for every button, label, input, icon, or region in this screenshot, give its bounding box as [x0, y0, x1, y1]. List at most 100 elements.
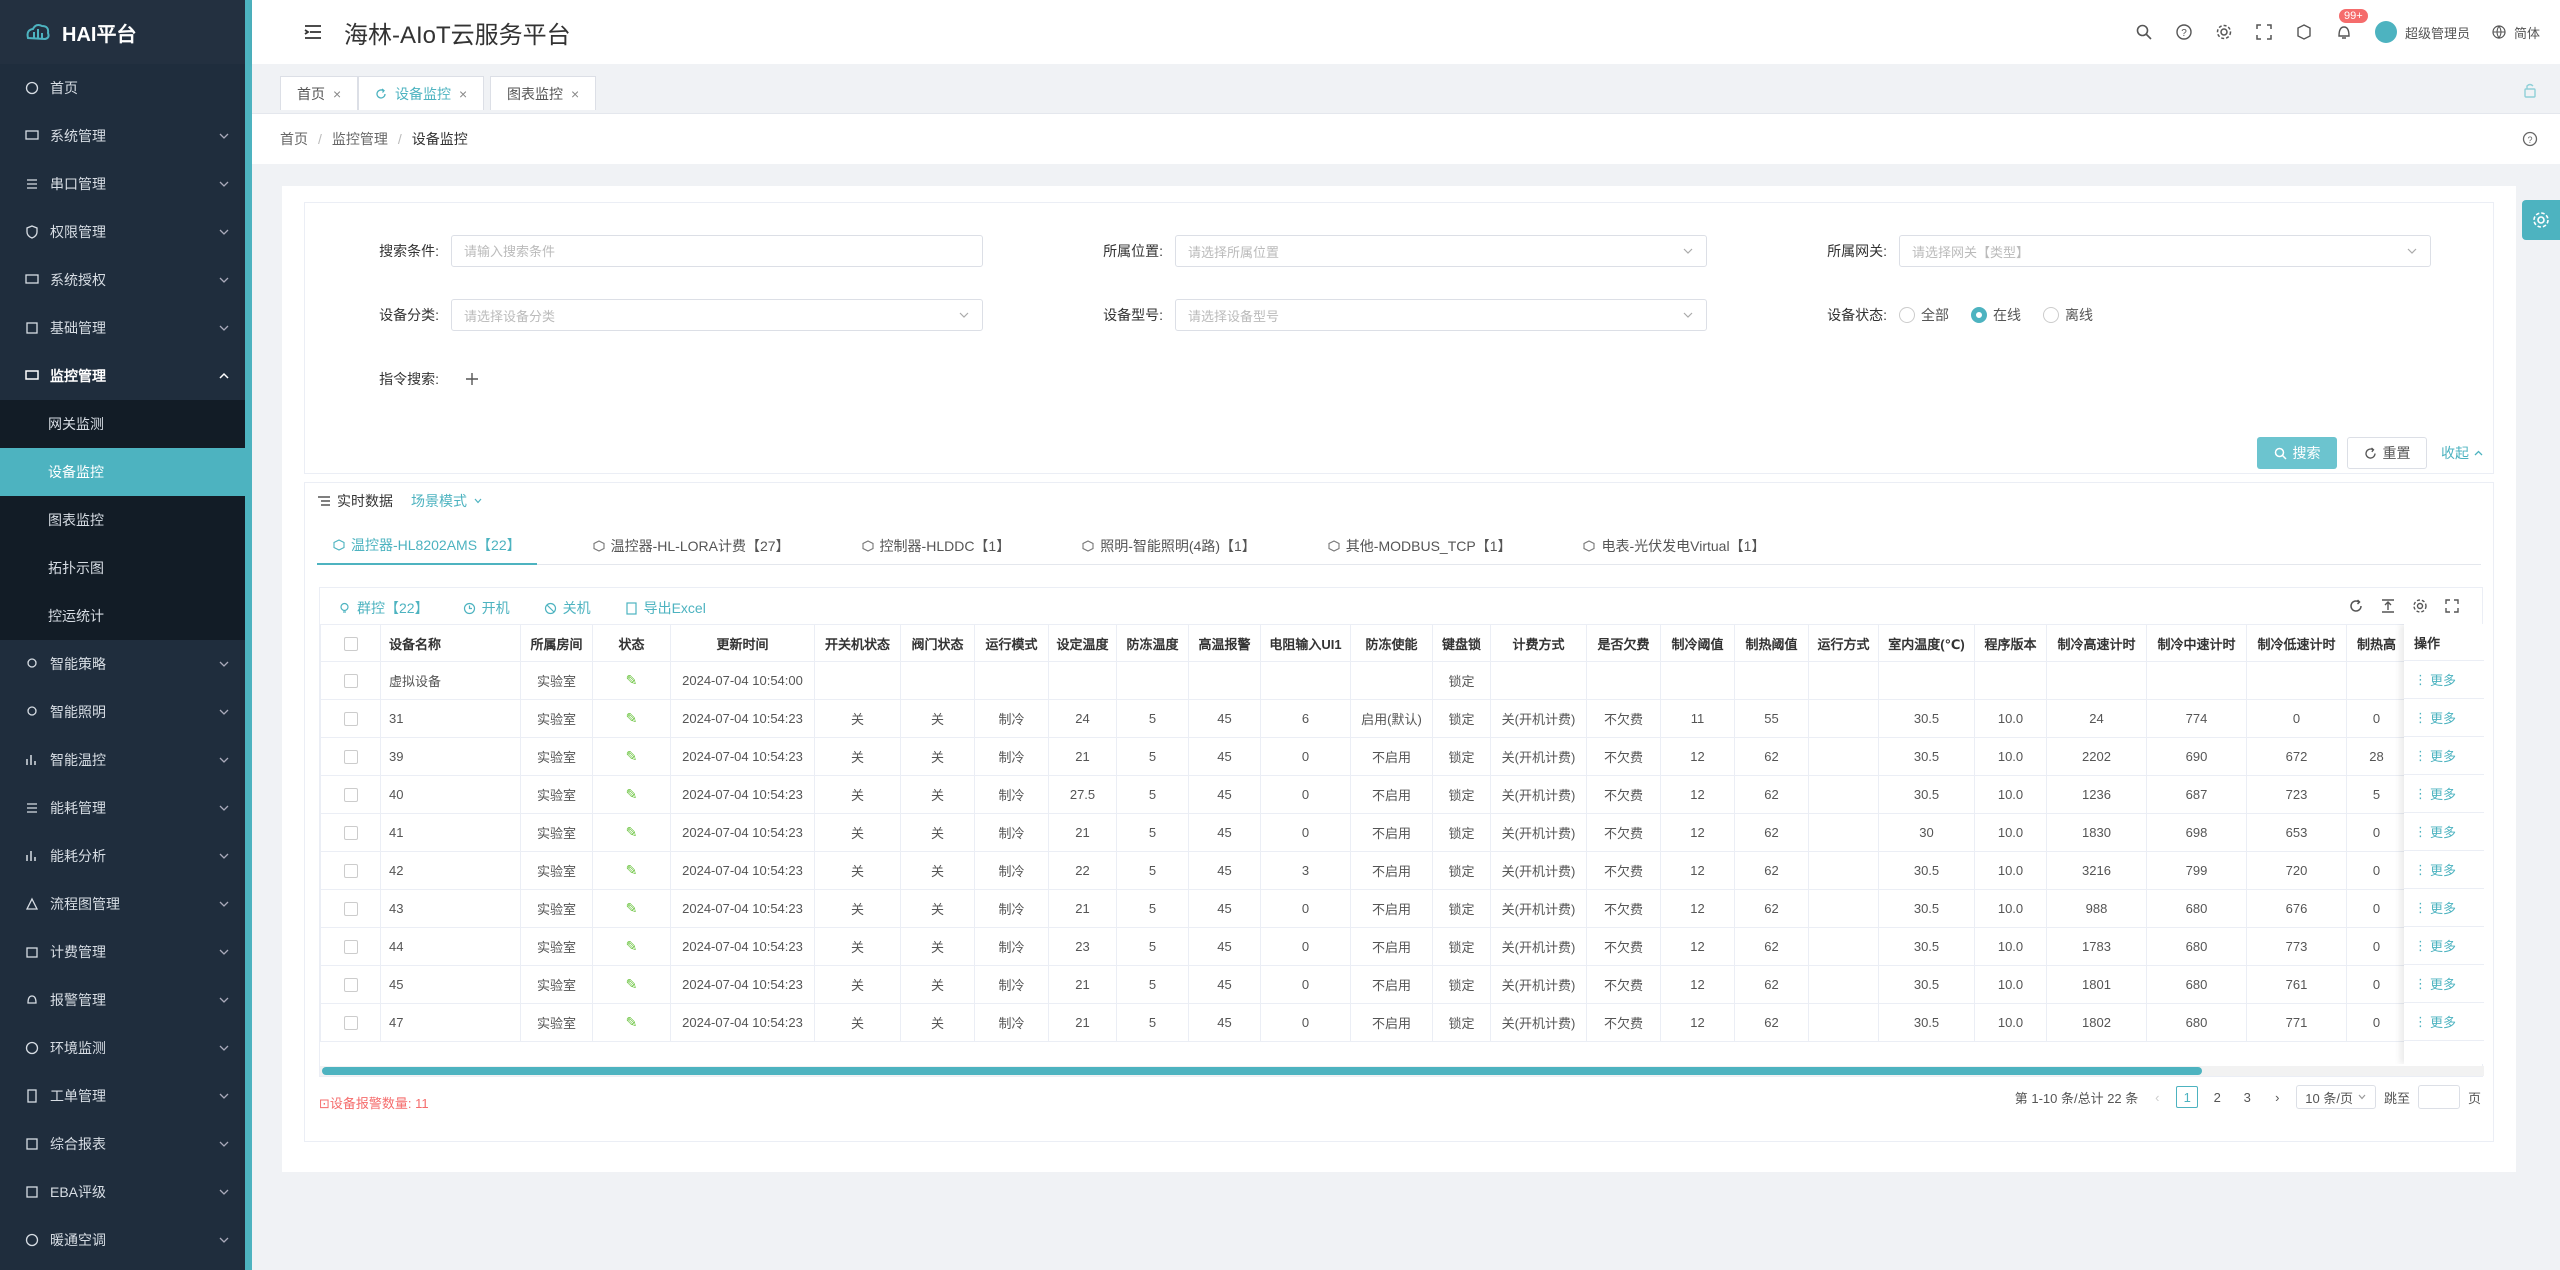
status-radio-all[interactable]: 全部 — [1899, 305, 1949, 325]
status-edit-icon[interactable]: ✎ — [592, 965, 671, 1004]
sidebar-item-reports[interactable]: 综合报表 — [0, 1120, 252, 1168]
close-icon[interactable]: × — [333, 86, 341, 102]
search-icon[interactable] — [2135, 23, 2153, 41]
device-tab-lighting[interactable]: 照明-智能照明(4路)【1】 — [1066, 527, 1272, 565]
status-edit-icon[interactable]: ✎ — [592, 889, 671, 928]
row-checkbox[interactable] — [343, 1016, 358, 1031]
sidebar-item-energy[interactable]: 能耗管理 — [0, 784, 252, 832]
scene-mode-dropdown[interactable]: 场景模式 — [411, 491, 483, 511]
lock-icon[interactable] — [2522, 82, 2538, 98]
row-checkbox[interactable] — [343, 940, 358, 955]
device-tab-hl-lora[interactable]: 温控器-HL-LORA计费【27】 — [577, 527, 806, 565]
fullscreen-icon[interactable] — [2255, 23, 2273, 41]
table-row[interactable]: 43 实验室 ✎ 2024-07-04 10:54:23 关关制冷 21 5 45 0 不启用 锁定… — [320, 889, 2407, 928]
status-edit-icon[interactable]: ✎ — [592, 927, 671, 966]
device-tab-modbus[interactable]: 其他-MODBUS_TCP【1】 — [1312, 527, 1528, 565]
status-edit-icon[interactable]: ✎ — [592, 699, 671, 738]
tab-chart-monitor[interactable]: 图表监控 × — [490, 76, 597, 110]
breadcrumb-monitor[interactable]: 监控管理 — [332, 129, 388, 149]
export-excel-button[interactable]: 导出Excel — [625, 598, 706, 618]
more-actions-button[interactable]: ⋮ 更多 — [2404, 889, 2484, 927]
collapse-link[interactable]: 收起 — [2441, 443, 2484, 463]
prev-page-icon[interactable]: ‹ — [2146, 1086, 2168, 1108]
question-icon[interactable]: ? — [2522, 131, 2538, 147]
jump-page-input[interactable] — [2417, 1085, 2460, 1109]
sidebar-item-hvac[interactable]: 暖通空调 — [0, 1216, 252, 1264]
select-all-checkbox[interactable] — [343, 636, 358, 651]
sidebar-item-gateway-monitor[interactable]: 网关监测 — [0, 400, 252, 448]
cube-icon[interactable] — [2295, 23, 2313, 41]
more-actions-button[interactable]: ⋮ 更多 — [2404, 927, 2484, 965]
row-checkbox[interactable] — [343, 712, 358, 727]
sidebar-item-flowchart[interactable]: 流程图管理 — [0, 880, 252, 928]
tab-device-monitor[interactable]: 设备监控 × — [358, 76, 485, 110]
table-row[interactable]: 虚拟设备 实验室 ✎ 2024-07-04 10:54:00 锁定 — [320, 661, 2407, 700]
sidebar-item-workorder[interactable]: 工单管理 — [0, 1072, 252, 1120]
page-size-select[interactable]: 10 条/页 — [2296, 1085, 2376, 1109]
device-tab-hl8202ams[interactable]: 温控器-HL8202AMS【22】 — [317, 527, 537, 565]
sidebar-item-license[interactable]: 系统授权 — [0, 256, 252, 304]
density-icon[interactable] — [2380, 598, 2396, 614]
table-row[interactable]: 44 实验室 ✎ 2024-07-04 10:54:23 关关制冷 23 5 45 0 不启用 锁定… — [320, 927, 2407, 966]
more-actions-button[interactable]: ⋮ 更多 — [2404, 813, 2484, 851]
sidebar-item-home[interactable]: 首页 — [0, 64, 252, 112]
more-actions-button[interactable]: ⋮ 更多 — [2404, 965, 2484, 1003]
scrollbar-thumb[interactable] — [322, 1067, 2202, 1075]
question-icon[interactable]: ? — [2175, 23, 2193, 41]
device-tab-meter[interactable]: 电表-光伏发电Virtual【1】 — [1567, 527, 1781, 565]
tab-home[interactable]: 首页 × — [280, 76, 359, 110]
sidebar-item-smart-temp[interactable]: 智能温控 — [0, 736, 252, 784]
horizontal-scrollbar[interactable] — [320, 1066, 2484, 1076]
status-edit-icon[interactable]: ✎ — [592, 813, 671, 852]
more-actions-button[interactable]: ⋮ 更多 — [2404, 851, 2484, 889]
sidebar-item-permission[interactable]: 权限管理 — [0, 208, 252, 256]
refresh-icon[interactable] — [2348, 598, 2364, 614]
table-row[interactable]: 47 实验室 ✎ 2024-07-04 10:54:23 关关制冷 21 5 45 0 不启用 锁定… — [320, 1003, 2407, 1042]
close-icon[interactable]: × — [571, 86, 579, 102]
sidebar-item-environment[interactable]: 环境监测 — [0, 1024, 252, 1072]
sidebar-item-serial[interactable]: 串口管理 — [0, 160, 252, 208]
sidebar-item-smart-strategy[interactable]: 智能策略 — [0, 640, 252, 688]
power-off-button[interactable]: 关机 — [544, 598, 591, 618]
breadcrumb-home[interactable]: 首页 — [280, 129, 308, 149]
row-checkbox[interactable] — [343, 826, 358, 841]
row-checkbox[interactable] — [343, 674, 358, 689]
row-checkbox[interactable] — [343, 750, 358, 765]
language-switch[interactable]: 简体 — [2492, 23, 2540, 42]
search-button[interactable]: 搜索 — [2257, 437, 2337, 469]
menu-toggle-icon[interactable] — [302, 21, 324, 43]
search-condition-input[interactable] — [451, 235, 983, 267]
more-actions-button[interactable]: ⋮ 更多 — [2404, 775, 2484, 813]
fullscreen-icon[interactable] — [2444, 598, 2460, 614]
sidebar-item-smart-lighting[interactable]: 智能照明 — [0, 688, 252, 736]
gateway-select[interactable]: 请选择网关【类型】 — [1899, 235, 2431, 267]
table-row[interactable]: 40 实验室 ✎ 2024-07-04 10:54:23 关关制冷 27.5 5 45 0 不启用… — [320, 775, 2407, 814]
sidebar-item-monitor[interactable]: 监控管理 — [0, 352, 252, 400]
status-radio-offline[interactable]: 离线 — [2043, 305, 2093, 325]
sidebar-item-energy-analysis[interactable]: 能耗分析 — [0, 832, 252, 880]
sidebar-item-system[interactable]: 系统管理 — [0, 112, 252, 160]
category-select[interactable]: 请选择设备分类 — [451, 299, 983, 331]
status-edit-icon[interactable]: ✎ — [592, 775, 671, 814]
more-actions-button[interactable]: ⋮ 更多 — [2404, 661, 2484, 699]
sidebar-item-topology[interactable]: 拓扑示图 — [0, 544, 252, 592]
sidebar-item-device-monitor[interactable]: 设备监控 — [0, 448, 252, 496]
row-checkbox[interactable] — [343, 788, 358, 803]
table-row[interactable]: 45 实验室 ✎ 2024-07-04 10:54:23 关关制冷 21 5 45 0 不启用 锁定… — [320, 965, 2407, 1004]
sidebar-item-chart-monitor[interactable]: 图表监控 — [0, 496, 252, 544]
row-checkbox[interactable] — [343, 864, 358, 879]
next-page-icon[interactable]: › — [2266, 1086, 2288, 1108]
user-menu[interactable]: 超级管理员 — [2374, 21, 2470, 43]
status-edit-icon[interactable]: ✎ — [592, 851, 671, 890]
settings-float-button[interactable] — [2522, 200, 2560, 240]
group-control-button[interactable]: 群控【22】 — [338, 598, 429, 618]
location-select[interactable]: 请选择所属位置 — [1175, 235, 1707, 267]
status-edit-icon[interactable]: ✎ — [592, 1003, 671, 1042]
page-2[interactable]: 2 — [2206, 1086, 2228, 1108]
gear-icon[interactable] — [2215, 23, 2233, 41]
notification-button[interactable]: 99+ — [2335, 9, 2368, 41]
more-actions-button[interactable]: ⋮ 更多 — [2404, 699, 2484, 737]
plus-icon[interactable] — [463, 370, 481, 388]
power-on-button[interactable]: 开机 — [463, 598, 510, 618]
status-radio-online[interactable]: 在线 — [1971, 305, 2021, 325]
